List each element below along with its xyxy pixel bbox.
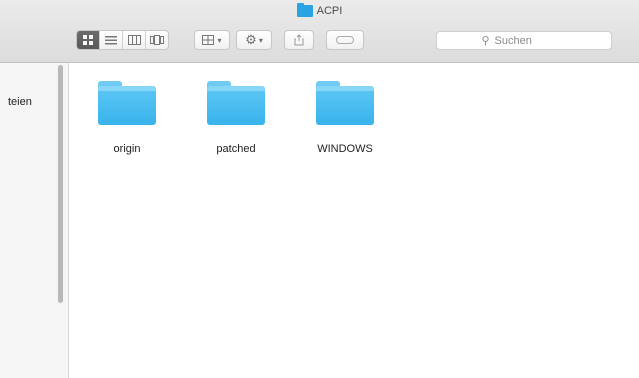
action-button[interactable]: ⚙ ▾ [236,30,272,50]
chevron-down-icon: ▾ [217,35,222,45]
window-toolbar: ACPI ▾ ⚙ ▾ ⚲ Suchen [0,0,639,63]
share-button[interactable] [284,30,314,50]
sidebar-scrollbar[interactable] [58,65,63,303]
arrange-button[interactable]: ▾ [194,30,230,50]
folder-icon [296,3,313,17]
list-icon [105,36,117,45]
gear-icon: ⚙ [245,32,257,47]
arrange-grid-icon [202,35,215,45]
list-view-button[interactable] [100,31,123,49]
chevron-down-icon: ▾ [258,35,263,45]
window-title-text: ACPI [316,5,343,17]
columns-icon [127,35,141,45]
share-icon [294,34,304,46]
folder-label: origin [113,143,141,155]
search-field[interactable]: ⚲ [436,31,612,50]
folder-icon [207,81,265,125]
folder-icon [98,81,156,125]
sidebar: teien [0,63,69,378]
folder-label: WINDOWS [317,143,373,155]
window-title: ACPI [0,3,639,17]
tags-button[interactable] [326,30,364,50]
folder-item-patched[interactable]: patched [191,75,281,155]
folder-item-origin[interactable]: origin [82,75,172,155]
folder-label: patched [216,143,256,155]
cover-flow-icon [150,35,164,45]
folder-icon [316,81,374,125]
search-icon: ⚲ [481,35,490,47]
sidebar-item-label[interactable]: teien [8,96,32,108]
grid-icon [83,35,93,45]
folder-item-windows[interactable]: WINDOWS [300,75,390,155]
tag-icon [336,36,354,44]
file-browser: origin patched WINDOWS [69,63,639,378]
column-view-button[interactable] [123,31,146,49]
search-input[interactable] [492,33,567,48]
cover-flow-view-button[interactable] [146,31,168,49]
icon-view-button[interactable] [77,31,100,49]
view-mode-control [76,30,169,50]
